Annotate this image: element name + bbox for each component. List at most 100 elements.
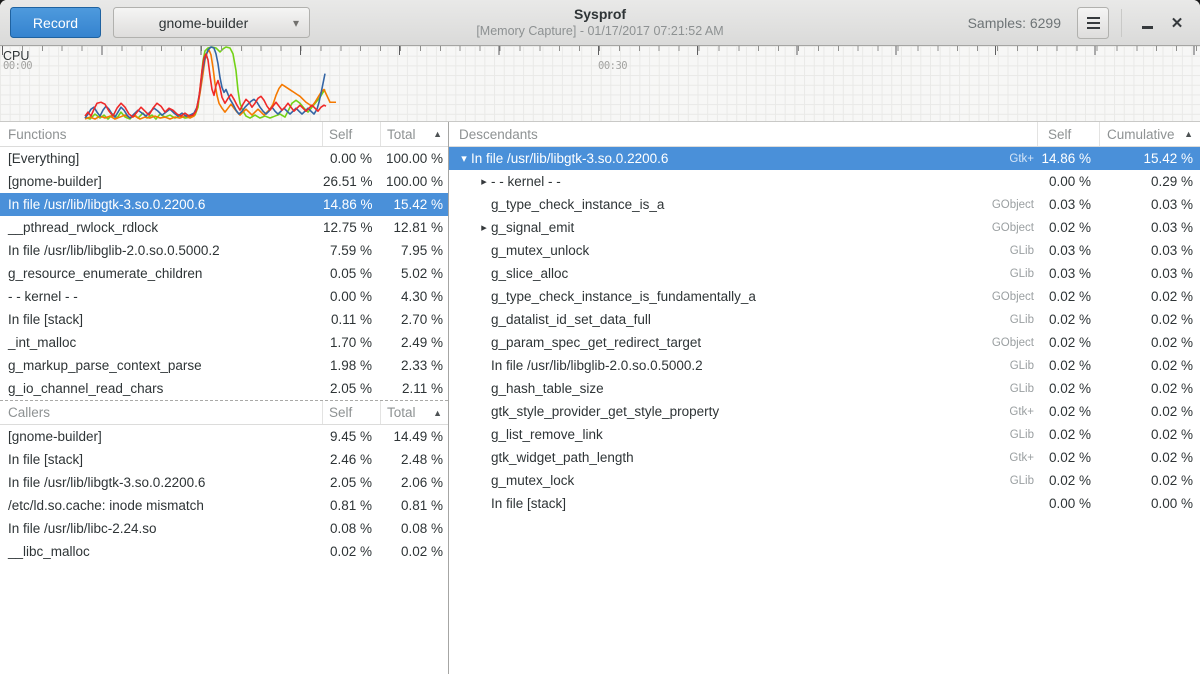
- table-row[interactable]: In file /usr/lib/libgtk-3.so.0.2200.62.0…: [0, 471, 448, 494]
- table-row[interactable]: g_type_check_instance_is_aGObject0.03 %0…: [449, 193, 1200, 216]
- table-row[interactable]: ▾In file /usr/lib/libgtk-3.so.0.2200.6Gt…: [449, 147, 1200, 170]
- table-row[interactable]: __pthread_rwlock_rdlock12.75 %12.81 %: [0, 216, 448, 239]
- descendants-column-header[interactable]: Descendants: [449, 122, 1038, 146]
- table-row[interactable]: In file /usr/lib/libgtk-3.so.0.2200.614.…: [0, 193, 448, 216]
- function-name: __libc_malloc: [0, 544, 323, 559]
- table-row[interactable]: g_slice_allocGLib0.03 %0.03 %: [449, 262, 1200, 285]
- cumulative-value: 0.02 %: [1100, 404, 1200, 419]
- function-name: g_type_check_instance_is_a: [491, 197, 664, 212]
- table-row[interactable]: __libc_malloc0.02 %0.02 %: [0, 540, 448, 563]
- functions-header[interactable]: Functions Self Total ▲: [0, 122, 448, 147]
- function-name: g_signal_emit: [491, 220, 574, 235]
- close-button[interactable]: ✕: [1162, 8, 1192, 38]
- function-name: g_mutex_lock: [491, 473, 574, 488]
- self-value: 0.02 %: [1038, 473, 1100, 488]
- name-zone: ▾In file /usr/lib/libgtk-3.so.0.2200.6: [449, 151, 978, 166]
- function-name: In file [stack]: [0, 312, 323, 327]
- self-value: 0.00 %: [323, 289, 381, 304]
- table-row[interactable]: g_hash_table_sizeGLib0.02 %0.02 %: [449, 377, 1200, 400]
- table-row[interactable]: _int_malloc1.70 %2.49 %: [0, 331, 448, 354]
- library-tag: Gtk+: [978, 452, 1038, 464]
- functions-column-header[interactable]: Functions: [0, 122, 323, 146]
- name-zone: g_mutex_lock: [449, 473, 978, 488]
- table-row[interactable]: g_list_remove_linkGLib0.02 %0.02 %: [449, 423, 1200, 446]
- table-row[interactable]: gtk_style_provider_get_style_propertyGtk…: [449, 400, 1200, 423]
- minimize-icon: [1142, 26, 1153, 29]
- table-row[interactable]: ▸- - kernel - -0.00 %0.29 %: [449, 170, 1200, 193]
- table-row[interactable]: In file [stack]2.46 %2.48 %: [0, 448, 448, 471]
- expander-closed-icon[interactable]: ▸: [477, 221, 491, 234]
- self-column-header[interactable]: Self: [323, 401, 381, 424]
- library-tag: GLib: [978, 383, 1038, 395]
- name-zone: g_param_spec_get_redirect_target: [449, 335, 978, 350]
- self-value: 0.02 %: [1038, 404, 1100, 419]
- cumulative-value: 0.02 %: [1100, 358, 1200, 373]
- total-value: 7.95 %: [381, 243, 448, 258]
- time-label-start: 00:00: [3, 60, 32, 72]
- table-row[interactable]: In file /usr/lib/libglib-2.0.so.0.5000.2…: [0, 239, 448, 262]
- hamburger-menu-button[interactable]: [1077, 7, 1109, 39]
- table-row[interactable]: gtk_widget_path_lengthGtk+0.02 %0.02 %: [449, 446, 1200, 469]
- table-row[interactable]: g_io_channel_read_chars2.05 %2.11 %: [0, 377, 448, 400]
- table-row[interactable]: g_datalist_id_set_data_fullGLib0.02 %0.0…: [449, 308, 1200, 331]
- table-row[interactable]: In file /usr/lib/libc-2.24.so0.08 %0.08 …: [0, 517, 448, 540]
- total-value: 2.48 %: [381, 452, 448, 467]
- cpu-graph-strip[interactable]: CPU 00:00 00:30: [0, 46, 1200, 122]
- table-row[interactable]: ▸g_signal_emitGObject0.02 %0.03 %: [449, 216, 1200, 239]
- total-column-header[interactable]: Total ▲: [381, 401, 448, 424]
- table-row[interactable]: In file [stack]0.11 %2.70 %: [0, 308, 448, 331]
- total-value: 5.02 %: [381, 266, 448, 281]
- cumulative-column-header[interactable]: Cumulative ▲: [1100, 122, 1200, 146]
- table-row[interactable]: /etc/ld.so.cache: inode mismatch0.81 %0.…: [0, 494, 448, 517]
- name-zone: g_mutex_unlock: [449, 243, 978, 258]
- table-row[interactable]: g_param_spec_get_redirect_targetGObject0…: [449, 331, 1200, 354]
- samples-count: Samples: 6299: [968, 15, 1061, 31]
- callers-column-header[interactable]: Callers: [0, 401, 323, 424]
- self-column-header[interactable]: Self: [1038, 122, 1100, 146]
- table-row[interactable]: - - kernel - -0.00 %4.30 %: [0, 285, 448, 308]
- total-value: 15.42 %: [381, 197, 448, 212]
- chevron-down-icon: ▾: [293, 16, 299, 30]
- table-row[interactable]: [gnome-builder]26.51 %100.00 %: [0, 170, 448, 193]
- table-row[interactable]: g_type_check_instance_is_fundamentally_a…: [449, 285, 1200, 308]
- self-value: 0.02 %: [1038, 335, 1100, 350]
- total-column-header[interactable]: Total ▲: [381, 122, 448, 146]
- name-zone: g_hash_table_size: [449, 381, 978, 396]
- table-row[interactable]: [Everything]0.00 %100.00 %: [0, 147, 448, 170]
- descendants-header[interactable]: Descendants Self Cumulative ▲: [449, 122, 1200, 147]
- cumulative-value: 0.00 %: [1100, 496, 1200, 511]
- cumulative-value: 0.29 %: [1100, 174, 1200, 189]
- name-zone: In file [stack]: [449, 496, 978, 511]
- library-tag: GLib: [978, 475, 1038, 487]
- library-tag: GLib: [978, 314, 1038, 326]
- close-icon: ✕: [1171, 14, 1184, 32]
- callers-header[interactable]: Callers Self Total ▲: [0, 400, 448, 425]
- expander-open-icon[interactable]: ▾: [457, 152, 471, 165]
- table-row[interactable]: [gnome-builder]9.45 %14.49 %: [0, 425, 448, 448]
- library-tag: GLib: [978, 429, 1038, 441]
- table-row[interactable]: In file [stack] 0.00 %0.00 %: [449, 492, 1200, 515]
- function-name: g_hash_table_size: [491, 381, 604, 396]
- hamburger-icon: [1087, 17, 1100, 19]
- name-zone: ▸- - kernel - -: [449, 174, 978, 189]
- table-row[interactable]: In file /usr/lib/libglib-2.0.so.0.5000.2…: [449, 354, 1200, 377]
- self-value: 1.70 %: [323, 335, 381, 350]
- record-button[interactable]: Record: [10, 7, 101, 38]
- self-value: 0.05 %: [323, 266, 381, 281]
- minimize-button[interactable]: [1132, 8, 1162, 38]
- table-row[interactable]: g_mutex_unlockGLib0.03 %0.03 %: [449, 239, 1200, 262]
- total-value: 2.70 %: [381, 312, 448, 327]
- name-zone: In file /usr/lib/libglib-2.0.so.0.5000.2: [449, 358, 978, 373]
- table-row[interactable]: g_resource_enumerate_children0.05 %5.02 …: [0, 262, 448, 285]
- table-row[interactable]: g_mutex_lockGLib0.02 %0.02 %: [449, 469, 1200, 492]
- self-value: 0.00 %: [1038, 496, 1100, 511]
- table-row[interactable]: g_markup_parse_context_parse1.98 %2.33 %: [0, 354, 448, 377]
- process-selector-dropdown[interactable]: gnome-builder ▾: [113, 7, 310, 38]
- self-value: 2.46 %: [323, 452, 381, 467]
- self-column-header[interactable]: Self: [323, 122, 381, 146]
- function-name: In file /usr/lib/libgtk-3.so.0.2200.6: [471, 151, 668, 166]
- self-value: 0.02 %: [1038, 289, 1100, 304]
- total-value: 0.08 %: [381, 521, 448, 536]
- total-value: 12.81 %: [381, 220, 448, 235]
- expander-closed-icon[interactable]: ▸: [477, 175, 491, 188]
